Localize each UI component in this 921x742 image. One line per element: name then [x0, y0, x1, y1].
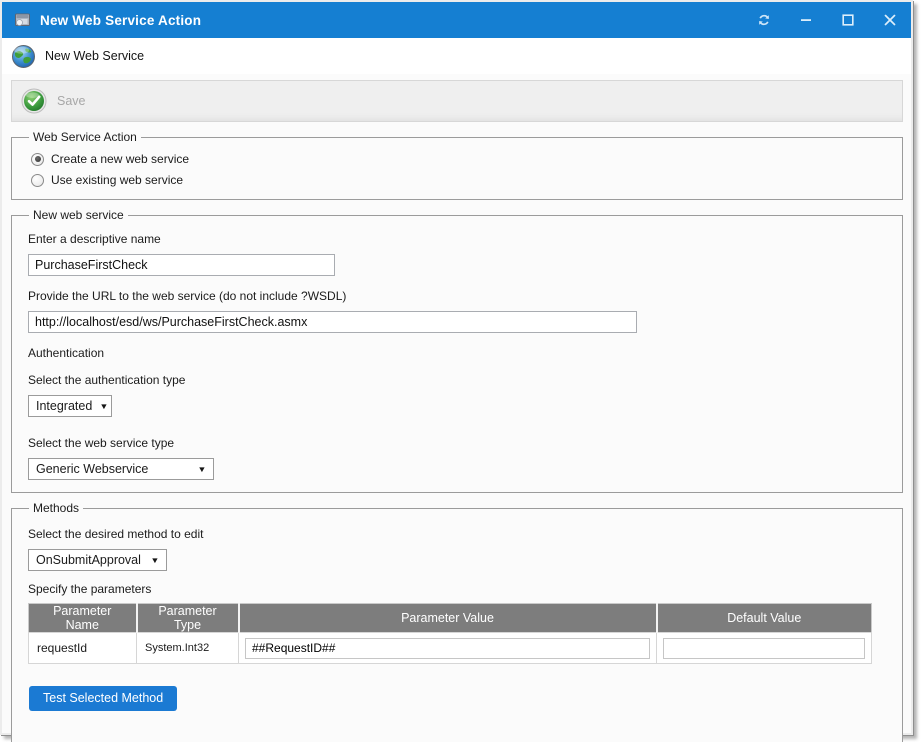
method-dropdown-value: OnSubmitApproval: [36, 553, 141, 567]
save-button[interactable]: Save: [21, 88, 86, 114]
save-check-icon: [21, 88, 47, 114]
auth-type-dropdown[interactable]: Integrated ▼: [28, 395, 112, 417]
chevron-down-icon: ▼: [100, 402, 109, 411]
default-value-input[interactable]: [663, 638, 865, 659]
save-button-label: Save: [57, 94, 86, 108]
screen: New Web Service Action: [0, 0, 921, 742]
column-header-default-value: Default Value: [657, 604, 872, 633]
radio-use-existing-label: Use existing web service: [51, 173, 183, 187]
parameter-type-cell: System.Int32: [137, 633, 239, 664]
auth-type-dropdown-value: Integrated: [36, 399, 92, 413]
parameter-value-cell: [239, 633, 657, 664]
parameter-name-cell: requestId: [29, 633, 137, 664]
service-type-label: Select the web service type: [28, 436, 886, 450]
titlebar-buttons: [755, 11, 899, 29]
action-groupbox-legend: Web Service Action: [29, 130, 141, 144]
titlebar: New Web Service Action: [2, 2, 911, 38]
parameters-label: Specify the parameters: [28, 582, 886, 596]
maximize-icon: [842, 14, 854, 26]
new-service-groupbox: New web service Enter a descriptive name…: [11, 208, 903, 493]
methods-groupbox: Methods Select the desired method to edi…: [11, 501, 903, 742]
minimize-button[interactable]: [797, 11, 815, 29]
parameters-table-header-row: Parameter Name Parameter Type Parameter …: [29, 604, 872, 633]
methods-groupbox-legend: Methods: [29, 501, 83, 515]
radio-create-new-label: Create a new web service: [51, 152, 189, 166]
column-header-parameter-name: Parameter Name: [29, 604, 137, 633]
descriptive-name-label: Enter a descriptive name: [28, 232, 886, 246]
close-button[interactable]: [881, 11, 899, 29]
action-groupbox: Web Service Action Create a new web serv…: [11, 130, 903, 200]
auth-type-label: Select the authentication type: [28, 373, 886, 387]
new-service-groupbox-legend: New web service: [29, 208, 128, 222]
chevron-down-icon: ▼: [197, 465, 206, 474]
toolbar: Save: [11, 80, 903, 122]
refresh-button[interactable]: [755, 11, 773, 29]
maximize-button[interactable]: [839, 11, 857, 29]
service-url-input[interactable]: [28, 311, 637, 333]
method-select-label: Select the desired method to edit: [28, 527, 886, 541]
minimize-icon: [800, 14, 812, 26]
radio-row-use-existing: Use existing web service: [31, 173, 886, 187]
chevron-down-icon: ▼: [150, 556, 159, 565]
column-header-parameter-value: Parameter Value: [239, 604, 657, 633]
parameters-table: Parameter Name Parameter Type Parameter …: [28, 603, 872, 664]
authentication-section-label: Authentication: [28, 346, 886, 360]
globe-icon: [11, 44, 36, 69]
radio-use-existing-web-service[interactable]: [31, 174, 44, 187]
close-icon: [884, 14, 896, 26]
app-header: New Web Service: [2, 38, 911, 74]
refresh-icon: [757, 13, 771, 27]
column-header-parameter-type: Parameter Type: [137, 604, 239, 633]
default-value-cell: [657, 633, 872, 664]
header-title: New Web Service: [45, 49, 144, 63]
dialog-window: New Web Service Action: [0, 0, 913, 735]
method-dropdown[interactable]: OnSubmitApproval ▼: [28, 549, 167, 571]
app-window-icon: [14, 12, 31, 28]
service-type-dropdown-value: Generic Webservice: [36, 462, 148, 476]
service-type-dropdown[interactable]: Generic Webservice ▼: [28, 458, 214, 480]
service-url-label: Provide the URL to the web service (do n…: [28, 289, 886, 303]
radio-create-new-web-service[interactable]: [31, 153, 44, 166]
parameter-value-input[interactable]: [245, 638, 650, 659]
test-selected-method-button[interactable]: Test Selected Method: [29, 686, 177, 711]
table-row: requestId System.Int32: [29, 633, 872, 664]
window-title: New Web Service Action: [40, 13, 201, 28]
descriptive-name-input[interactable]: [28, 254, 335, 276]
radio-row-create-new: Create a new web service: [31, 152, 886, 166]
